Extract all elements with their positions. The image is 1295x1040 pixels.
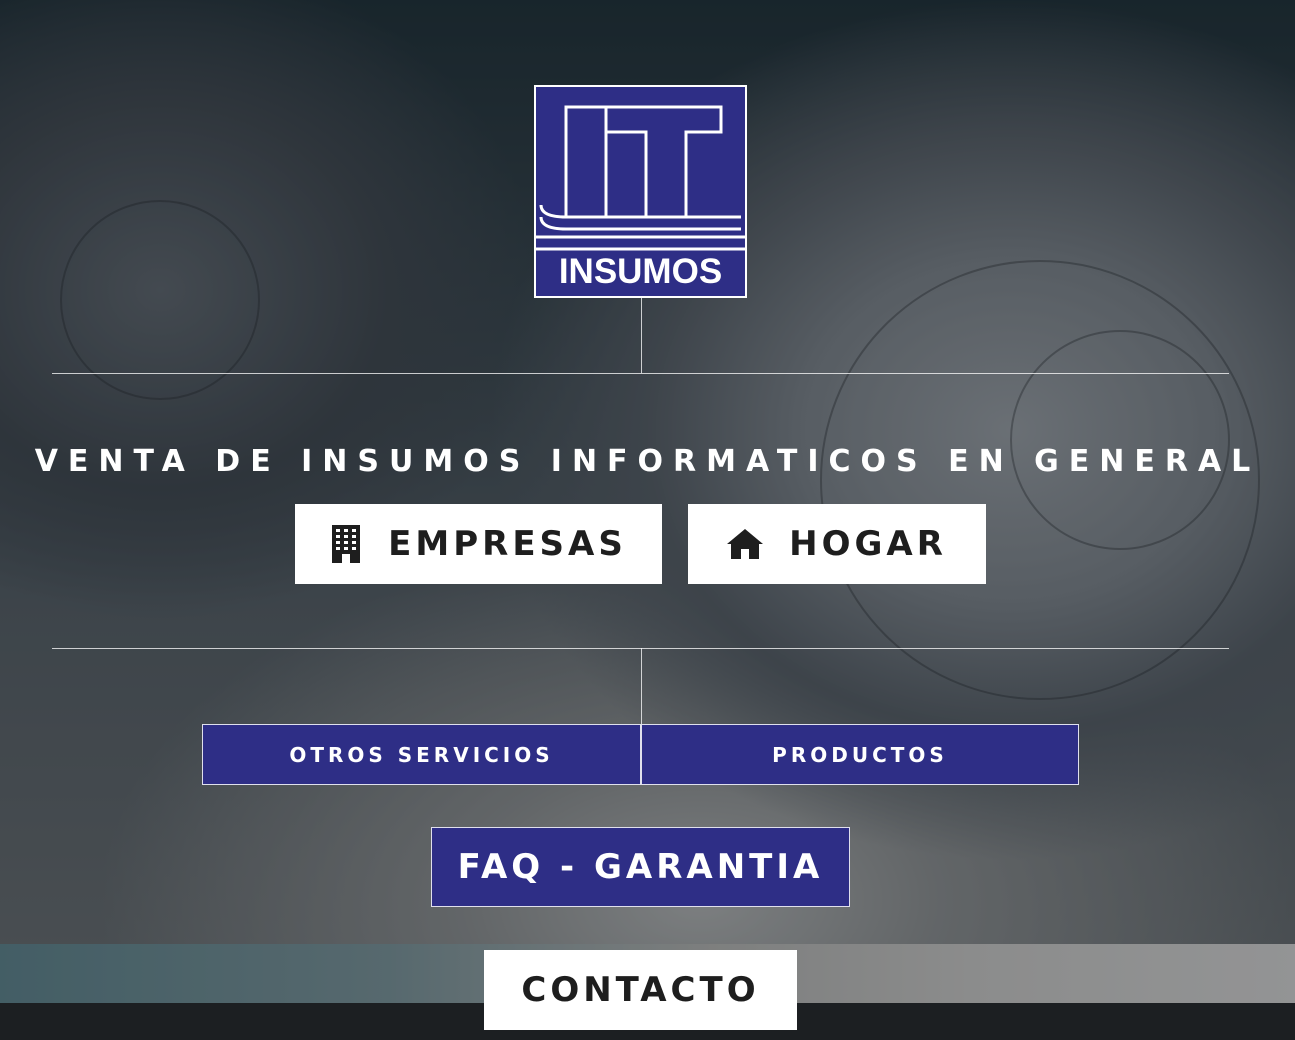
- contacto-label: CONTACTO: [521, 970, 760, 1010]
- hogar-label: HOGAR: [789, 524, 947, 564]
- hogar-button[interactable]: HOGAR: [688, 504, 986, 584]
- faq-garantia-label: FAQ - GARANTIA: [457, 847, 824, 887]
- faq-garantia-button[interactable]: FAQ - GARANTIA: [431, 827, 850, 907]
- empresas-button[interactable]: EMPRESAS: [295, 504, 662, 584]
- building-icon: [330, 525, 362, 563]
- contacto-button[interactable]: CONTACTO: [484, 950, 797, 1030]
- otros-servicios-label: OTROS SERVICIOS: [289, 742, 554, 767]
- tagline: VENTA DE INSUMOS INFORMATICOS EN GENERAL: [34, 444, 1261, 479]
- divider-line-top: [52, 373, 1229, 374]
- productos-button[interactable]: PRODUCTOS: [641, 724, 1079, 785]
- empresas-label: EMPRESAS: [388, 524, 627, 564]
- productos-label: PRODUCTOS: [772, 742, 948, 767]
- connector-line-middle: [641, 648, 642, 724]
- logo-text: INSUMOS: [558, 252, 723, 291]
- connector-line-top: [641, 298, 642, 373]
- home-icon: [727, 529, 764, 559]
- otros-servicios-button[interactable]: OTROS SERVICIOS: [202, 724, 641, 785]
- logo[interactable]: INSUMOS: [534, 85, 747, 298]
